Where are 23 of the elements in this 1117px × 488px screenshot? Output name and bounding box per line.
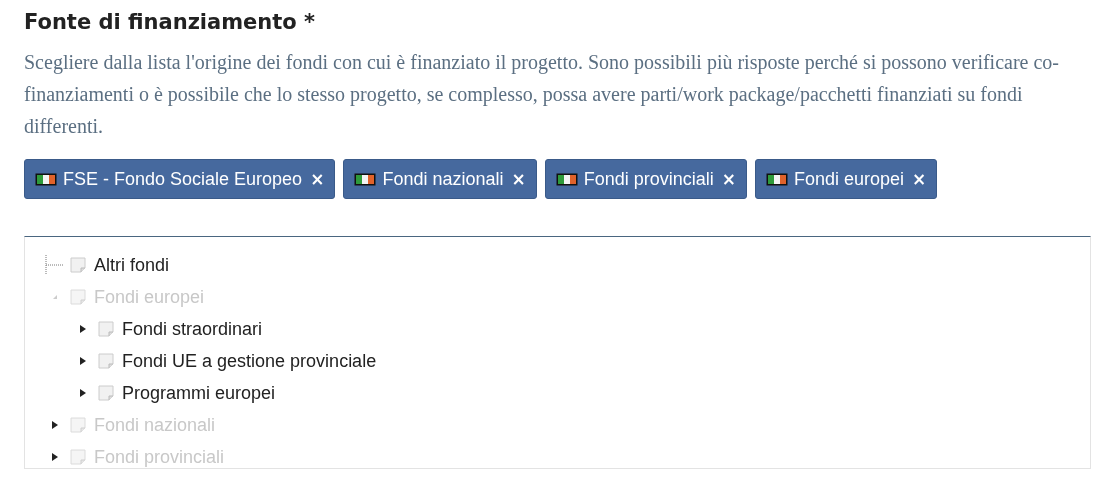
tree-item[interactable]: Altri fondi xyxy=(94,254,170,276)
document-icon xyxy=(69,448,87,466)
remove-button[interactable]: × xyxy=(302,169,325,189)
connector-line xyxy=(45,255,65,275)
flag-icon xyxy=(35,172,57,186)
document-icon xyxy=(69,416,87,434)
field-description: Scegliere dalla lista l'origine dei fondi con cui è finanziato il progetto. Sono possibili più risposte perché si possono verificare co-finanziamenti o è possibile che lo stesso progetto, se complesso, possa avere parti/work package/pacchetti finanziati su fondi differenti. xyxy=(24,50,1060,139)
tag-label: FSE - Fondo Sociale Europeo xyxy=(63,168,303,190)
remove-button[interactable]: × xyxy=(713,169,737,189)
field-title: Fonte di finanziamento * xyxy=(24,9,317,36)
remove-button[interactable]: × xyxy=(503,169,526,189)
document-icon xyxy=(69,288,87,306)
remove-button[interactable]: × xyxy=(904,169,927,189)
flag-icon xyxy=(354,172,377,186)
document-icon xyxy=(69,256,87,274)
document-icon xyxy=(97,384,115,402)
document-icon xyxy=(97,320,115,338)
tag-label: Fondi nazionali xyxy=(382,168,504,190)
flag-icon xyxy=(555,172,578,186)
tag-label: Fondi europei xyxy=(794,168,905,190)
tag-label: Fondi provinciali xyxy=(583,168,714,190)
flag-icon xyxy=(766,172,789,186)
document-icon xyxy=(97,352,115,370)
